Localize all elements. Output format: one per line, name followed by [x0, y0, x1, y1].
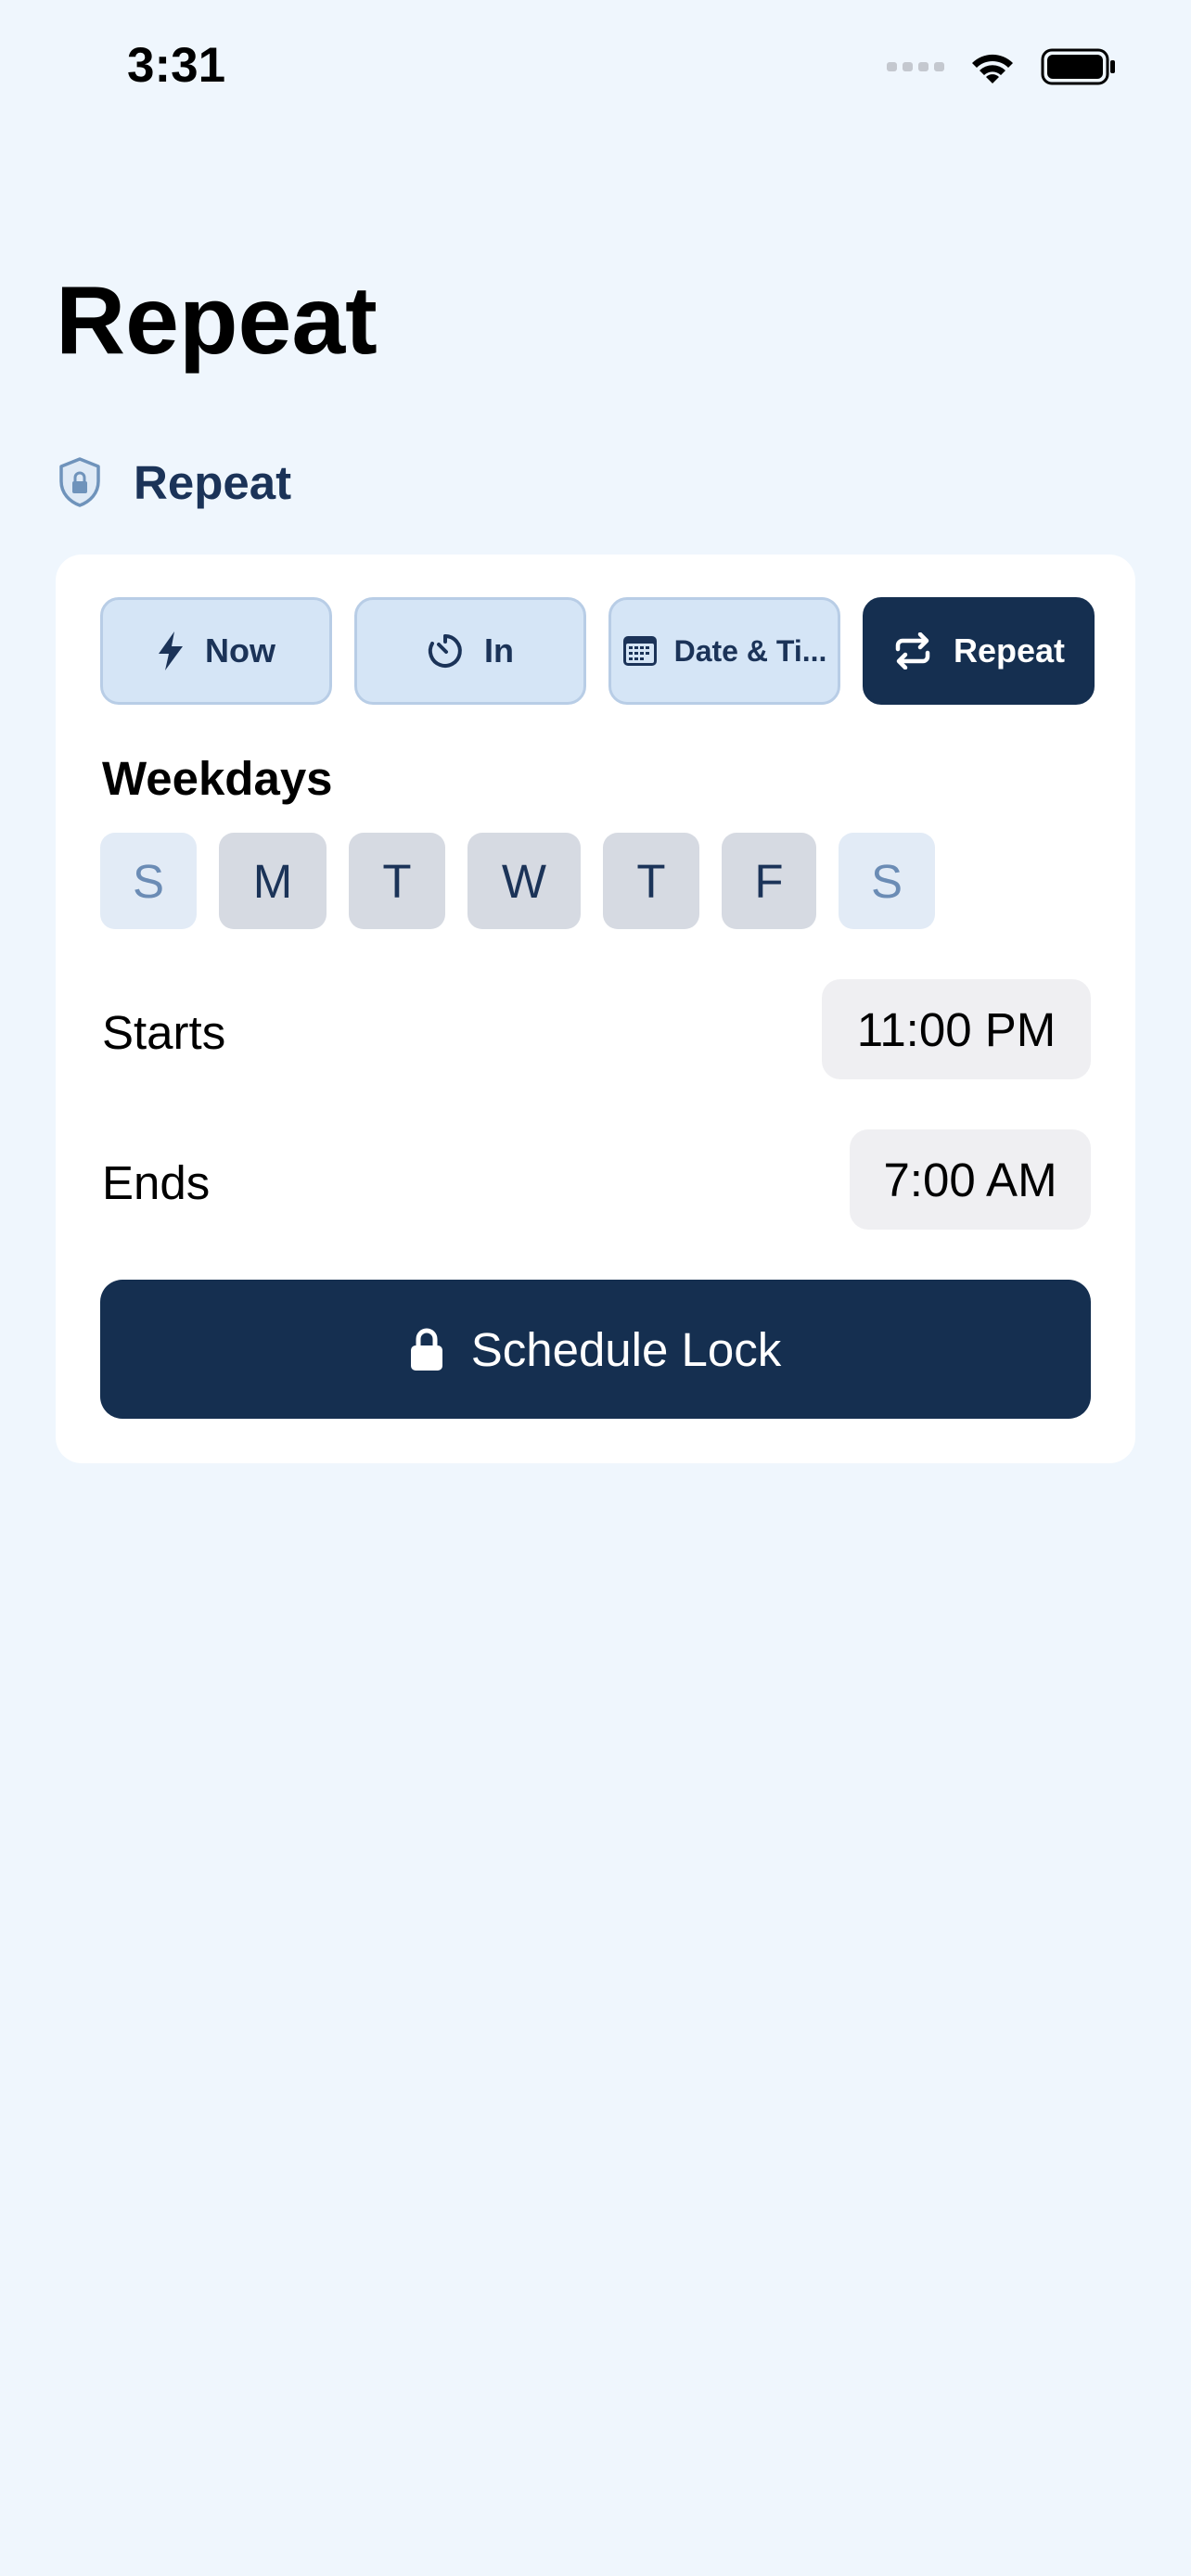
ends-label: Ends: [102, 1156, 211, 1209]
cellular-dots-icon: [887, 62, 944, 71]
battery-icon: [1041, 48, 1115, 85]
starts-label: Starts: [102, 1006, 226, 1059]
schedule-card: Now In Date & Ti... Repeat Weekdays S M …: [56, 555, 1135, 1463]
schedule-lock-label: Schedule Lock: [470, 1322, 782, 1376]
mode-selector: Now In Date & Ti... Repeat: [100, 597, 1095, 705]
ends-time-picker[interactable]: 7:00 AM: [850, 1129, 1091, 1230]
starts-time-picker[interactable]: 11:00 PM: [822, 979, 1091, 1079]
status-bar: 3:31: [0, 0, 1191, 130]
mode-in-button[interactable]: In: [354, 597, 586, 705]
day-thursday-toggle[interactable]: T: [603, 833, 699, 929]
mode-date-time-button[interactable]: Date & Ti...: [608, 597, 840, 705]
mode-now-label: Now: [205, 631, 275, 670]
mode-now-button[interactable]: Now: [100, 597, 332, 705]
day-tuesday-toggle[interactable]: T: [349, 833, 445, 929]
day-wednesday-toggle[interactable]: W: [467, 833, 581, 929]
calendar-icon: [622, 636, 657, 666]
day-saturday-toggle[interactable]: S: [839, 833, 935, 929]
mode-date-time-label: Date & Ti...: [673, 633, 827, 668]
section-label: Repeat: [134, 455, 292, 509]
mode-in-label: In: [484, 631, 514, 670]
day-friday-toggle[interactable]: F: [722, 833, 816, 929]
day-sunday-toggle[interactable]: S: [100, 833, 197, 929]
shield-lock-icon: [59, 457, 100, 507]
schedule-lock-button[interactable]: Schedule Lock: [100, 1280, 1091, 1419]
weekday-selector: S M T W T F S: [100, 833, 957, 929]
repeat-icon: [895, 632, 930, 670]
timer-icon: [428, 634, 462, 668]
page-title: Repeat: [56, 267, 378, 375]
wifi-icon: [972, 54, 1013, 83]
bolt-icon: [159, 631, 183, 670]
section-header: Repeat: [58, 454, 291, 510]
mode-repeat-button[interactable]: Repeat: [863, 597, 1095, 705]
lock-icon: [410, 1328, 442, 1371]
mode-repeat-label: Repeat: [953, 631, 1066, 670]
status-time: 3:31: [127, 38, 226, 93]
status-icons: [887, 48, 1117, 85]
day-monday-toggle[interactable]: M: [219, 833, 327, 929]
weekdays-label: Weekdays: [102, 752, 333, 805]
